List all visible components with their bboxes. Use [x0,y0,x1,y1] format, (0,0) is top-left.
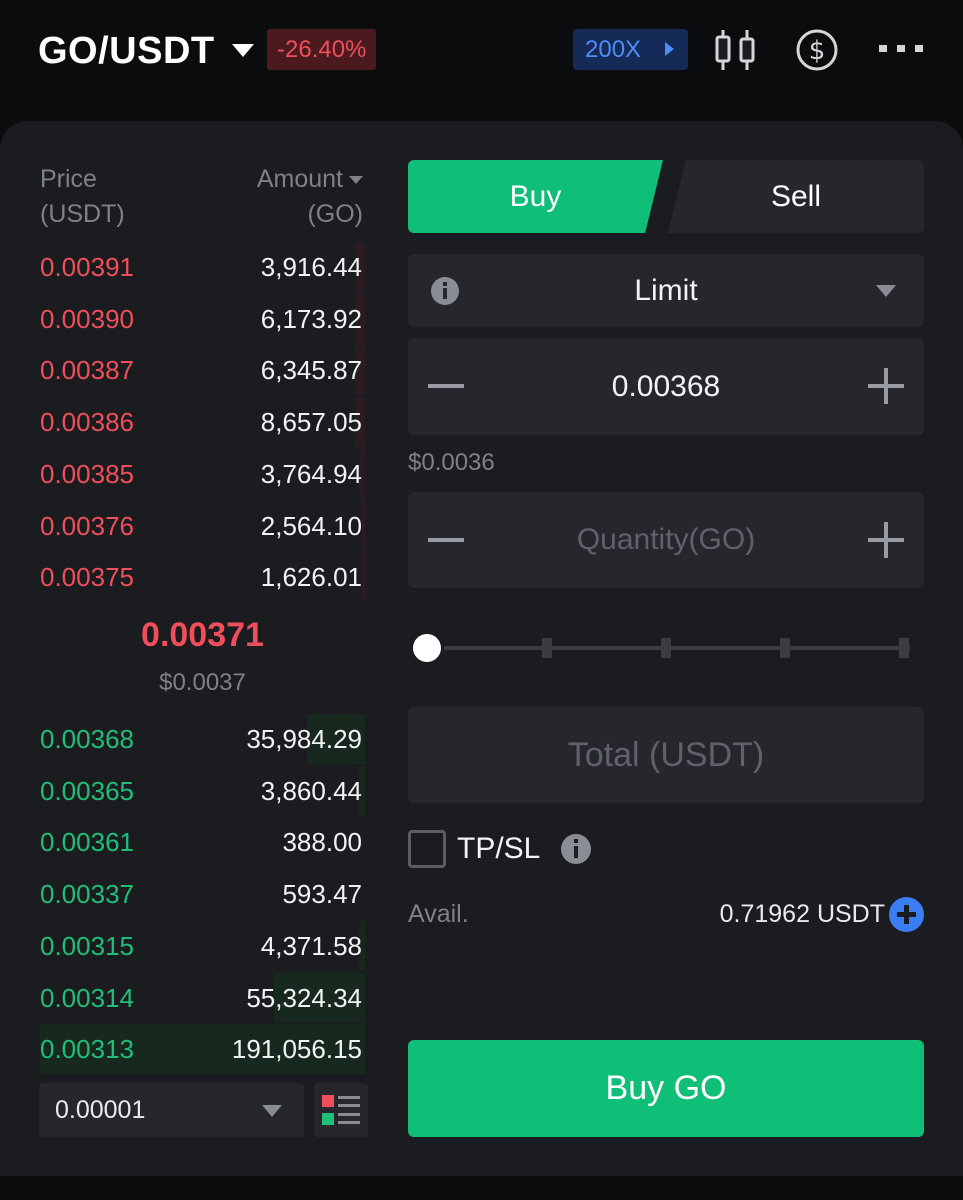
dollar-coin-icon[interactable]: $ [795,28,839,77]
ask-price: 0.00385 [40,458,134,489]
play-icon [665,42,674,56]
minus-icon[interactable] [428,384,464,388]
ask-amount: 2,564.10 [260,510,362,541]
price-header-label: Price [40,165,97,193]
depth-bar [361,500,365,551]
price-change-badge: -26.40% [267,29,377,70]
bid-amount: 388.00 [282,827,362,858]
amount-header-label: Amount [256,165,343,193]
plus-icon[interactable] [868,522,904,558]
slider-tick-50[interactable] [661,638,671,658]
ask-amount: 3,764.94 [260,458,362,489]
price-stepper: 0.00368 [408,338,924,435]
pair-title[interactable]: GO/USDT [38,30,215,73]
ask-row[interactable]: 0.00386 8,657.05 [40,397,365,448]
bid-amount: 3,860.44 [260,775,362,806]
more-icon[interactable] [878,42,924,60]
add-funds-icon[interactable] [889,897,924,932]
total-input[interactable]: Total (USDT) [408,707,924,803]
price-header-unit: (USDT) [40,200,125,228]
tpsl-label[interactable]: TP/SL [457,830,540,868]
ask-amount: 6,173.92 [260,303,362,334]
ask-row[interactable]: 0.00387 6,345.87 [40,345,365,396]
bid-row[interactable]: 0.00314 55,324.34 [40,972,365,1023]
slider-tick-100[interactable] [899,638,909,658]
ask-amount: 6,345.87 [260,355,362,386]
precision-value: 0.00001 [55,1096,146,1124]
bid-amount: 191,056.15 [231,1034,362,1065]
leverage-label: 200X [585,36,642,63]
ask-price: 0.00376 [40,510,134,541]
candlestick-chart-icon[interactable] [712,28,758,77]
bid-row[interactable]: 0.00315 4,371.58 [40,920,365,971]
bid-amount: 35,984.29 [246,724,362,754]
svg-text:$: $ [809,36,826,66]
ask-price: 0.00390 [40,303,134,334]
amount-header-unit: (GO) [307,200,363,228]
total-placeholder: Total (USDT) [567,736,765,774]
minus-icon[interactable] [428,538,464,542]
ask-price: 0.00375 [40,562,134,593]
chevron-down-icon[interactable] [232,44,254,57]
chevron-down-icon [262,1105,282,1117]
bid-price: 0.00313 [40,1034,134,1065]
tab-sell-label: Sell [770,180,822,213]
plus-icon[interactable] [868,368,904,404]
buy-go-button[interactable]: Buy GO [408,1040,924,1137]
bid-row[interactable]: 0.00368 35,984.29 [40,714,365,764]
bid-amount: 55,324.34 [246,982,362,1013]
ask-row[interactable]: 0.00375 1,626.01 [40,552,365,603]
last-price: 0.00371 [141,616,264,654]
bid-price: 0.00368 [40,724,134,754]
ask-price: 0.00391 [40,252,134,282]
ask-row[interactable]: 0.00391 3,916.44 [40,242,365,292]
ask-price: 0.00387 [40,355,134,386]
order-type-label: Limit [634,274,698,307]
chevron-down-icon [349,176,363,185]
ask-row[interactable]: 0.00385 3,764.94 [40,448,365,499]
bid-amount: 593.47 [282,879,362,910]
precision-select[interactable]: 0.00001 [39,1083,304,1137]
ask-amount: 3,916.44 [260,252,362,282]
quantity-input[interactable]: Quantity(GO) [468,492,864,588]
bid-price: 0.00315 [40,930,134,961]
info-icon[interactable] [560,833,592,870]
price-column-header: Price (USDT) [40,162,125,232]
bid-row[interactable]: 0.00337 593.47 [40,869,365,919]
ask-amount: 8,657.05 [260,407,362,438]
depth-bar [361,552,365,603]
orderbook-layout-icon [322,1095,360,1125]
amount-slider[interactable] [408,628,924,668]
leverage-button[interactable]: 200X [573,29,688,70]
bid-price: 0.00361 [40,827,134,858]
bid-row[interactable]: 0.00365 3,860.44 [40,765,365,816]
ask-row[interactable]: 0.00390 6,173.92 [40,293,365,344]
price-usd-equivalent: $0.0036 [408,449,495,476]
bid-price: 0.00365 [40,775,134,806]
ask-row[interactable]: 0.00376 2,564.10 [40,500,365,551]
price-input[interactable]: 0.00368 [468,338,864,435]
bid-row[interactable]: 0.00361 388.00 [40,817,365,867]
slider-tick-75[interactable] [780,638,790,658]
tab-sell[interactable]: Sell [668,160,924,233]
available-balance: 0.71962 USDT [719,900,885,928]
order-type-select[interactable]: Limit [408,254,924,327]
quantity-stepper: Quantity(GO) [408,492,924,588]
slider-handle[interactable] [410,631,444,665]
tpsl-checkbox[interactable] [408,830,446,868]
tab-buy[interactable]: Buy [408,160,663,233]
available-label: Avail. [408,900,469,928]
header: GO/USDT -26.40% 200X $ [0,0,963,104]
chevron-down-icon [876,285,896,297]
amount-column-header[interactable]: Amount (GO) [257,162,363,232]
ask-price: 0.00386 [40,407,134,438]
orderbook-layout-button[interactable] [314,1083,368,1137]
bid-price: 0.00314 [40,982,134,1013]
bid-price: 0.00337 [40,879,134,910]
bid-amount: 4,371.58 [260,930,362,961]
ask-amount: 1,626.01 [260,562,362,593]
last-price-usd: $0.0037 [159,669,246,696]
bid-row[interactable]: 0.00313 191,056.15 [40,1024,365,1075]
slider-tick-25[interactable] [542,638,552,658]
